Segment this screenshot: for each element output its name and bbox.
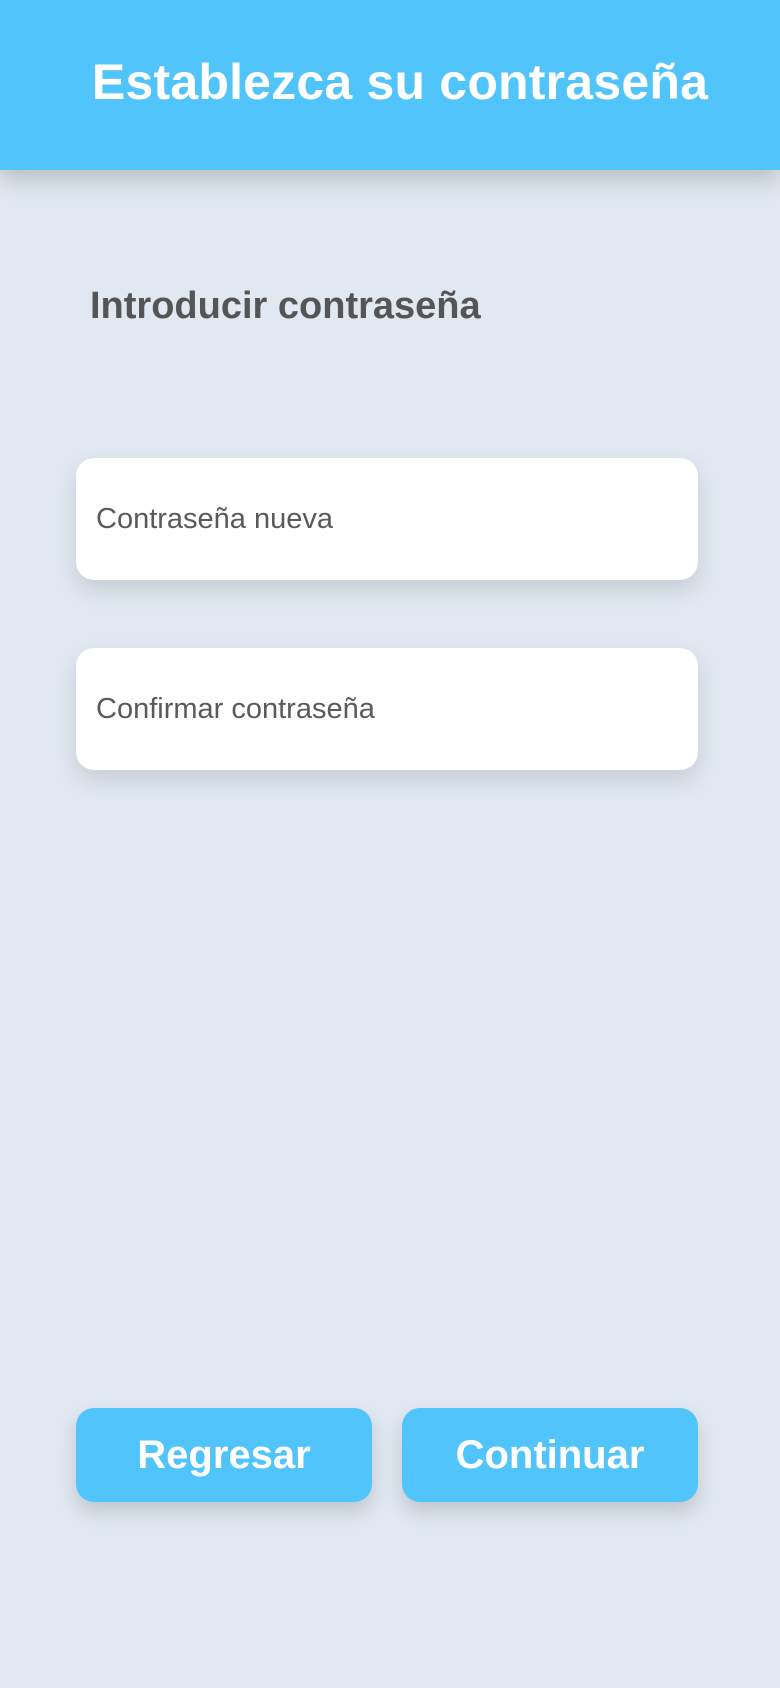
back-button[interactable]: Regresar — [76, 1408, 372, 1502]
new-password-field[interactable] — [76, 458, 698, 580]
page-title: Establezca su contraseña — [91, 54, 709, 110]
continue-button[interactable]: Continuar — [402, 1408, 698, 1502]
confirm-password-input[interactable] — [96, 692, 678, 726]
section-title: Introducir contraseña — [90, 285, 481, 327]
app-header: Establezca su contraseña — [0, 0, 780, 170]
new-password-input[interactable] — [96, 502, 678, 536]
confirm-password-field[interactable] — [76, 648, 698, 770]
